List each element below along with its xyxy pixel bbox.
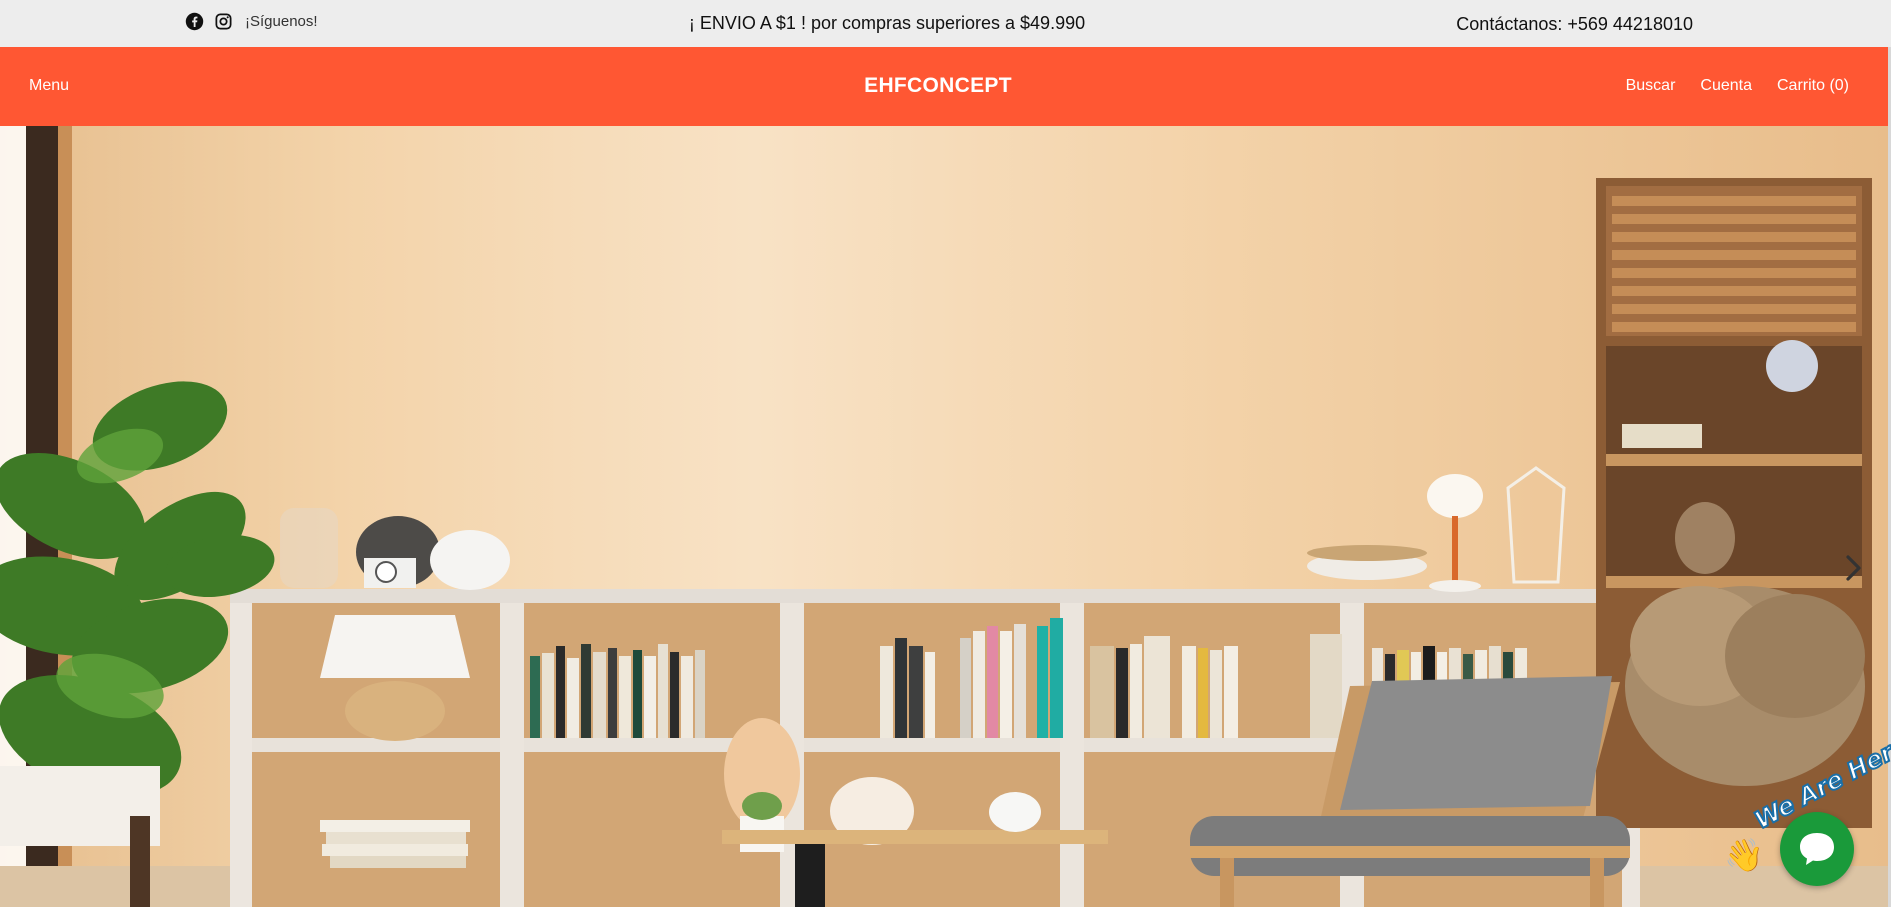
account-link[interactable]: Cuenta [1700,77,1752,95]
announcement-bar: ¡Síguenos! ¡ ENVIO A $1 ! por compras su… [0,0,1891,47]
cart-link[interactable]: Carrito (0) [1777,77,1849,95]
waving-hand-icon: 👋 [1724,837,1764,873]
header-nav: Buscar Cuenta Carrito (0) [1626,77,1849,95]
slider-next-button[interactable] [1840,551,1866,585]
search-link[interactable]: Buscar [1626,77,1676,95]
brand-logo[interactable]: EHFCONCEPT [0,74,1876,98]
chevron-right-icon [1840,555,1866,589]
contact-phone[interactable]: Contáctanos: +569 44218010 [1456,14,1693,35]
site-header: Menu EHFCONCEPT Buscar Cuenta Carrito (0… [0,47,1888,126]
chat-open-button[interactable] [1780,812,1854,886]
chat-widget[interactable]: We Are Here! 👋 [1724,724,1891,907]
living-room-photo [0,126,1888,907]
hero-slide-image [0,126,1888,907]
